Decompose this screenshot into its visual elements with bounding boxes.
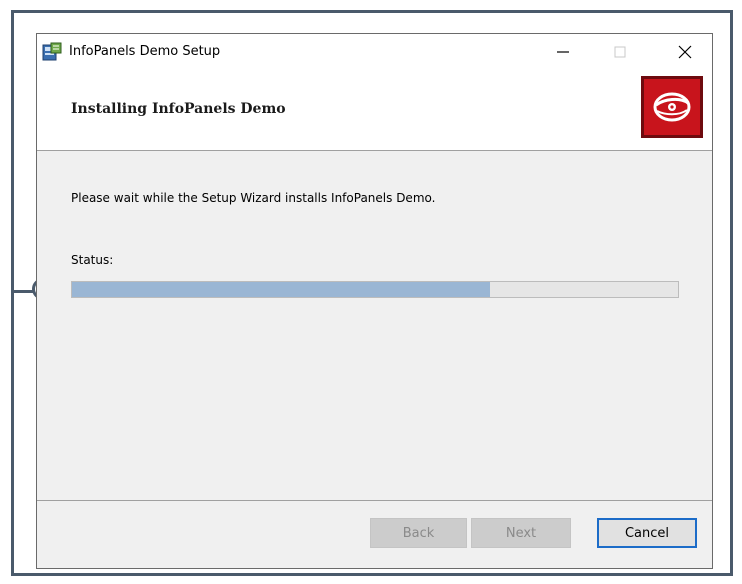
setup-window: InfoPanels Demo Setup Installing InfoPan… bbox=[36, 33, 713, 569]
install-message: Please wait while the Setup Wizard insta… bbox=[71, 191, 436, 205]
maximize-icon bbox=[614, 46, 626, 58]
status-label: Status: bbox=[71, 253, 114, 267]
cancel-button[interactable]: Cancel bbox=[597, 518, 697, 548]
progress-bar bbox=[71, 281, 679, 298]
page-title: Installing InfoPanels Demo bbox=[71, 101, 286, 117]
back-button[interactable]: Back bbox=[370, 518, 467, 548]
close-icon bbox=[678, 45, 692, 59]
footer-divider bbox=[37, 500, 712, 501]
window-title: InfoPanels Demo Setup bbox=[69, 44, 221, 59]
close-button[interactable] bbox=[662, 34, 708, 70]
minimize-icon bbox=[557, 51, 569, 53]
title-bar: InfoPanels Demo Setup bbox=[37, 34, 712, 70]
disc-icon bbox=[653, 92, 691, 122]
progress-bar-fill bbox=[72, 282, 491, 297]
maximize-button bbox=[597, 34, 643, 70]
banner-logo bbox=[641, 76, 703, 138]
next-button[interactable]: Next bbox=[471, 518, 571, 548]
minimize-button[interactable] bbox=[540, 34, 586, 70]
header-banner: Installing InfoPanels Demo bbox=[37, 70, 712, 151]
installer-app-icon bbox=[42, 42, 62, 62]
